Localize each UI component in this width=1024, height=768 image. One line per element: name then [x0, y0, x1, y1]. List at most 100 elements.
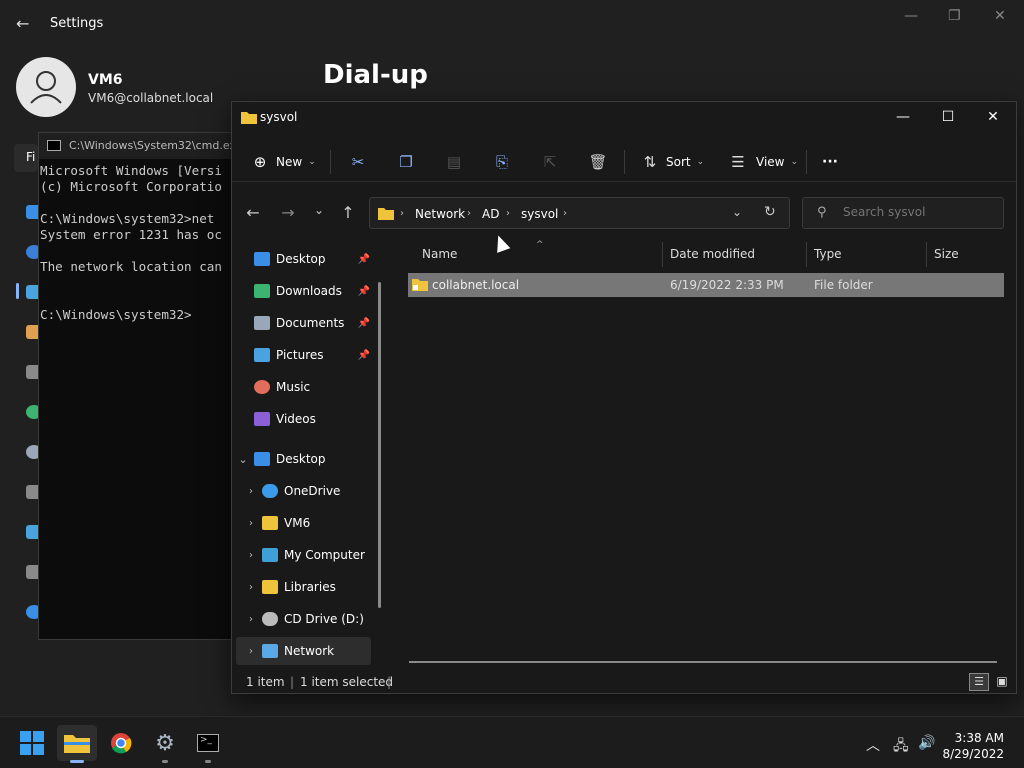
nav-scrollbar[interactable]: [378, 282, 381, 608]
breadcrumb-ad[interactable]: AD: [482, 207, 499, 221]
settings-minimize-button[interactable]: —: [904, 8, 918, 24]
taskbar-file-explorer[interactable]: [57, 725, 97, 761]
chevron-right-icon: ›: [506, 208, 510, 219]
pin-icon[interactable]: 📌: [358, 350, 370, 361]
chevron-right-icon: ›: [467, 208, 471, 219]
recent-locations-button[interactable]: ⌄: [308, 203, 330, 223]
trash-icon: 🗑: [588, 153, 608, 171]
breadcrumb-sysvol[interactable]: sysvol: [521, 207, 558, 221]
nav-item-downloads[interactable]: Downloads 📌: [236, 277, 372, 305]
column-header-type[interactable]: Type: [814, 247, 842, 261]
volume-icon[interactable]: 🔊: [918, 735, 935, 751]
horizontal-scrollbar[interactable]: [409, 661, 997, 663]
nav-label: Downloads: [276, 284, 342, 298]
cut-button[interactable]: ✂: [348, 148, 368, 176]
more-options-button[interactable]: ···: [822, 148, 838, 176]
nav-item-pictures[interactable]: Pictures 📌: [236, 341, 372, 369]
rename-button[interactable]: ⎘: [492, 148, 512, 176]
settings-title: Settings: [50, 16, 104, 31]
taskbar-cmd[interactable]: >_: [188, 725, 228, 761]
pin-icon[interactable]: 📌: [358, 254, 370, 265]
chevron-right-icon: ›: [400, 208, 404, 219]
toolbar-divider: [624, 150, 625, 174]
nav-item-my-computer[interactable]: › My Computer: [244, 541, 380, 569]
column-header-name[interactable]: Name: [422, 247, 457, 261]
selected-count: 1 item selected: [300, 675, 394, 689]
nav-item-videos[interactable]: Videos: [236, 405, 372, 433]
column-divider[interactable]: [926, 242, 927, 267]
start-button[interactable]: [12, 725, 52, 761]
chevron-right-icon[interactable]: ›: [244, 486, 258, 497]
column-header-date-modified[interactable]: Date modified: [670, 247, 755, 261]
document-icon: [254, 316, 270, 330]
nav-item-documents[interactable]: Documents 📌: [236, 309, 372, 337]
new-button[interactable]: ⊕ New ⌄: [250, 148, 316, 176]
column-header-size[interactable]: Size: [934, 247, 959, 261]
sort-button[interactable]: ⇅ Sort ⌄: [640, 148, 704, 176]
chevron-down-icon[interactable]: ⌄: [236, 453, 250, 466]
search-box[interactable]: ⚲: [802, 197, 1004, 229]
clock[interactable]: 3:38 AM 8/29/2022: [942, 730, 1004, 762]
view-button[interactable]: ☰ View ⌄: [728, 148, 798, 176]
delete-button[interactable]: 🗑: [588, 148, 608, 176]
pin-icon[interactable]: 📌: [358, 318, 370, 329]
network-status-icon[interactable]: 🖧: [893, 735, 909, 759]
settings-search-input[interactable]: Fi: [14, 144, 38, 172]
settings-restore-button[interactable]: ❐: [948, 8, 961, 24]
cmd-window[interactable]: C:\Windows\System32\cmd.exe Microsoft Wi…: [38, 132, 238, 640]
nav-item-desktop-tree[interactable]: ⌄ Desktop: [236, 445, 372, 473]
share-icon: ⇱: [543, 153, 557, 171]
column-divider[interactable]: [806, 242, 807, 267]
nav-item-desktop[interactable]: Desktop 📌: [236, 245, 372, 273]
sort-icon: ⇅: [643, 153, 657, 171]
breadcrumb-network[interactable]: Network: [415, 207, 465, 221]
avatar[interactable]: [16, 57, 76, 117]
nav-item-cd-drive[interactable]: › CD Drive (D:): [244, 605, 380, 633]
chevron-right-icon[interactable]: ›: [244, 518, 258, 529]
nav-item-network[interactable]: › Network: [236, 637, 371, 665]
view-icon: ☰: [731, 153, 745, 171]
chevron-right-icon[interactable]: ›: [244, 550, 258, 561]
address-bar[interactable]: › Network › AD › sysvol › ⌄ ↻: [369, 197, 790, 229]
explorer-title-bar[interactable]: sysvol — ☐ ✕: [232, 102, 1016, 132]
share-button[interactable]: ⇱: [540, 148, 560, 176]
user-name: VM6: [88, 72, 123, 88]
search-input[interactable]: [843, 205, 993, 219]
refresh-icon[interactable]: ↻: [764, 204, 776, 220]
maximize-button[interactable]: ☐: [925, 102, 971, 132]
up-button[interactable]: ↑: [337, 203, 359, 223]
gear-icon: ⚙: [155, 730, 175, 756]
taskbar-settings[interactable]: ⚙: [145, 725, 185, 761]
minimize-button[interactable]: —: [880, 102, 926, 132]
search-placeholder: Fi: [26, 150, 36, 164]
cmd-title-bar[interactable]: C:\Windows\System32\cmd.exe: [39, 133, 237, 159]
tiles-view-icon[interactable]: ▣: [992, 673, 1012, 691]
nav-item-vm6[interactable]: › VM6: [244, 509, 380, 537]
taskbar-chrome[interactable]: [101, 725, 141, 761]
nav-item-libraries[interactable]: › Libraries: [244, 573, 380, 601]
nav-item-onedrive[interactable]: › OneDrive: [244, 477, 380, 505]
nav-item-music[interactable]: Music: [236, 373, 372, 401]
table-row[interactable]: collabnet.local 6/19/2022 2:33 PM File f…: [408, 273, 1004, 297]
column-divider[interactable]: [662, 242, 663, 267]
file-explorer-window[interactable]: sysvol — ☐ ✕ ⊕ New ⌄ ✂ ❐ ▤ ⎘ ⇱ 🗑 ⇅ Sort …: [231, 101, 1017, 694]
cmd-title: C:\Windows\System32\cmd.exe: [69, 139, 238, 152]
settings-close-button[interactable]: ✕: [994, 8, 1006, 24]
nav-label: Desktop: [276, 252, 326, 266]
forward-button[interactable]: →: [277, 203, 299, 223]
back-button[interactable]: ←: [242, 203, 264, 223]
chevron-right-icon[interactable]: ›: [244, 614, 258, 625]
back-arrow-icon[interactable]: ←: [16, 14, 36, 34]
details-view-icon[interactable]: ☰: [969, 673, 989, 691]
paste-button[interactable]: ▤: [444, 148, 464, 176]
copy-button[interactable]: ❐: [396, 148, 416, 176]
close-button[interactable]: ✕: [970, 102, 1016, 132]
desktop-icon: [254, 252, 270, 266]
chevron-right-icon[interactable]: ›: [244, 646, 258, 657]
chevron-down-icon[interactable]: ⌄: [732, 205, 742, 219]
pin-icon[interactable]: 📌: [358, 286, 370, 297]
chevron-up-icon[interactable]: ︿: [866, 735, 880, 755]
chevron-right-icon[interactable]: ›: [244, 582, 258, 593]
chevron-down-icon: ⌄: [308, 157, 316, 167]
cmd-output[interactable]: Microsoft Windows [Versi (c) Microsoft C…: [40, 163, 222, 323]
